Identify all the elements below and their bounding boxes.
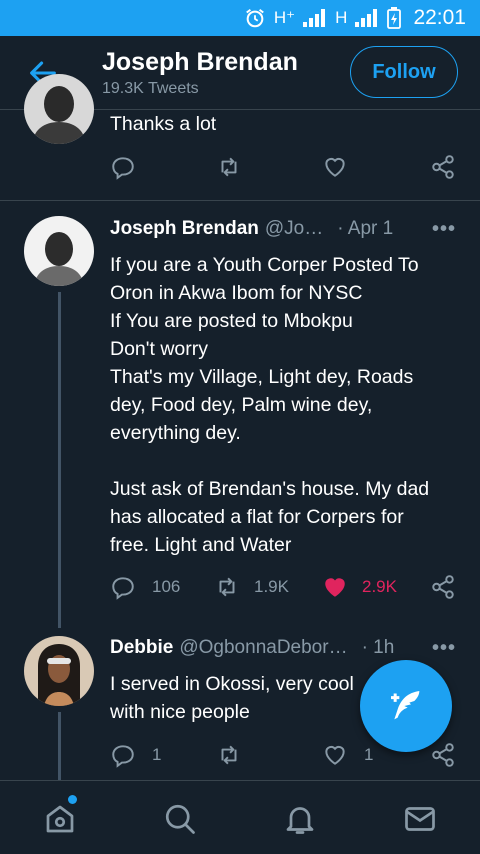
like-count: 2.9K (362, 577, 397, 596)
tweet-actions (0, 154, 480, 184)
heart-icon (325, 578, 345, 597)
retweet-icon (219, 577, 235, 597)
avatar[interactable] (24, 216, 94, 286)
reply-button[interactable]: 106 (110, 574, 180, 600)
alarm-icon (246, 8, 264, 28)
share-icon (432, 743, 454, 767)
compose-button[interactable] (360, 660, 452, 752)
search-icon[interactable] (162, 801, 198, 837)
tweet-date: · Apr 1 (337, 218, 394, 239)
display-name: Joseph Brendan (110, 218, 259, 239)
handle: @OgbonnaDebor… (179, 637, 348, 658)
display-name: Debbie (110, 637, 174, 658)
retweet-icon (221, 745, 237, 765)
signal-icon-2 (355, 9, 378, 27)
profile-name: Joseph Brendan (102, 48, 298, 76)
more-options-icon[interactable]: ••• (432, 218, 456, 241)
mail-icon[interactable] (402, 801, 438, 837)
reply-count: 106 (152, 577, 181, 596)
status-bar: H⁺ H 22:01 (0, 0, 480, 36)
bottom-navigation (0, 780, 480, 854)
share-icon (432, 575, 454, 599)
retweet-button[interactable]: 1.9K (214, 574, 289, 600)
reply-icon (112, 745, 134, 768)
tweet-count: 19.3K Tweets (102, 80, 199, 97)
handle: @Jo… (264, 218, 324, 239)
tweet-author[interactable]: Debbie @OgbonnaDebor… · 1h (110, 637, 394, 659)
network-indicator-2: H (335, 8, 348, 27)
tweet-divider (0, 200, 480, 201)
battery-charging-icon (387, 7, 402, 29)
compose-feather-icon (391, 691, 420, 720)
heart-icon (325, 745, 345, 765)
retweet-count: 1.9K (254, 577, 289, 596)
like-button[interactable]: 2.9K (322, 574, 397, 600)
reply-icon (112, 157, 134, 180)
share-icon (432, 155, 454, 179)
reply-button[interactable]: 1 (110, 742, 161, 768)
heart-icon (325, 157, 345, 177)
share-button[interactable] (430, 742, 456, 768)
reply-count: 1 (152, 745, 162, 764)
retweet-button[interactable] (216, 742, 250, 768)
clock: 22:01 (413, 6, 466, 29)
reply-button[interactable] (110, 154, 144, 180)
bell-icon[interactable] (282, 801, 318, 837)
follow-button[interactable]: Follow (350, 46, 458, 98)
like-button[interactable] (322, 154, 356, 180)
tweet-text: I served in Okossi, very cool with nice … (110, 673, 354, 723)
home-icon[interactable] (42, 801, 78, 837)
like-button[interactable]: 1 (322, 742, 373, 768)
tweet-text: Thanks a lot (110, 113, 217, 135)
like-count: 1 (364, 745, 374, 764)
avatar[interactable] (24, 74, 94, 144)
tweet-text: If you are a Youth Corper Posted To Oron… (110, 254, 430, 556)
tweet-author[interactable]: Joseph Brendan @Jo… · Apr 1 (110, 218, 393, 240)
more-options-icon[interactable]: ••• (432, 637, 456, 660)
new-content-dot (68, 795, 77, 804)
retweet-icon (221, 157, 237, 177)
share-button[interactable] (430, 574, 456, 600)
tweet-actions: 106 1.9K 2.9K (0, 574, 480, 604)
retweet-button[interactable] (216, 154, 250, 180)
reply-icon (112, 577, 134, 600)
share-button[interactable] (430, 154, 456, 180)
network-indicator-1: H⁺ (273, 8, 296, 27)
tweet-date: · 1h (361, 637, 395, 658)
avatar[interactable] (24, 636, 94, 706)
signal-icon-1 (303, 9, 326, 27)
